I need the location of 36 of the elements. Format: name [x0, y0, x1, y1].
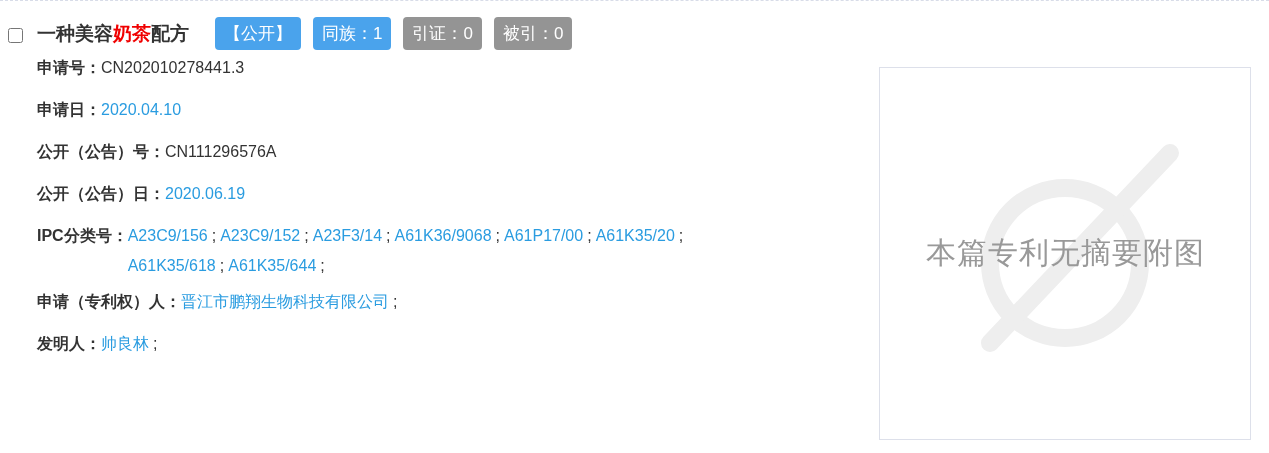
field-value: CN111296576A	[165, 142, 277, 162]
separator: ;	[587, 226, 592, 246]
field-link[interactable]: A23F3/14	[312, 224, 383, 248]
field-link[interactable]: A61P17/00	[504, 224, 584, 248]
separator: ;	[495, 226, 500, 246]
field-label: IPC分类号：	[37, 226, 128, 246]
field-label: 申请日：	[37, 100, 101, 120]
separator: ;	[304, 226, 309, 246]
separator: ;	[211, 226, 217, 246]
patent-title: 一种美容奶茶配方	[37, 21, 189, 46]
field-link[interactable]: A61K35/644	[228, 254, 317, 278]
separator: ;	[393, 292, 398, 312]
separator: ;	[678, 226, 684, 246]
field-label: 公开（公告）号：	[37, 142, 165, 162]
field-link[interactable]: A23C9/152	[220, 224, 301, 248]
field-link[interactable]: 晋江市鹏翔生物科技有限公司	[181, 290, 389, 314]
field-label: 发明人：	[37, 334, 101, 354]
field-label: 公开（公告）日：	[37, 184, 165, 204]
field-label: 申请（专利权）人：	[37, 292, 181, 312]
field-link[interactable]: A23C9/156	[127, 224, 208, 248]
field-link[interactable]: A61K35/618	[127, 254, 216, 278]
status-badge[interactable]: 【公开】	[215, 17, 301, 50]
separator: ;	[153, 334, 158, 354]
separator: ;	[386, 226, 391, 246]
status-badge[interactable]: 同族：1	[313, 17, 392, 50]
separator: ;	[320, 256, 325, 276]
field-link[interactable]: A61K35/20	[595, 224, 675, 248]
field-label: 申请号：	[37, 58, 101, 78]
separator: ;	[219, 256, 225, 276]
field-link[interactable]: 2020.04.10	[101, 98, 182, 122]
field-value: CN202010278441.3	[101, 58, 245, 78]
field-link[interactable]: A61K36/9068	[394, 224, 492, 248]
select-checkbox[interactable]	[8, 28, 23, 43]
placeholder-text: 本篇专利无摘要附图	[925, 235, 1205, 271]
field-link[interactable]: 帅良林	[101, 332, 149, 356]
field-link[interactable]: 2020.06.19	[165, 182, 246, 206]
